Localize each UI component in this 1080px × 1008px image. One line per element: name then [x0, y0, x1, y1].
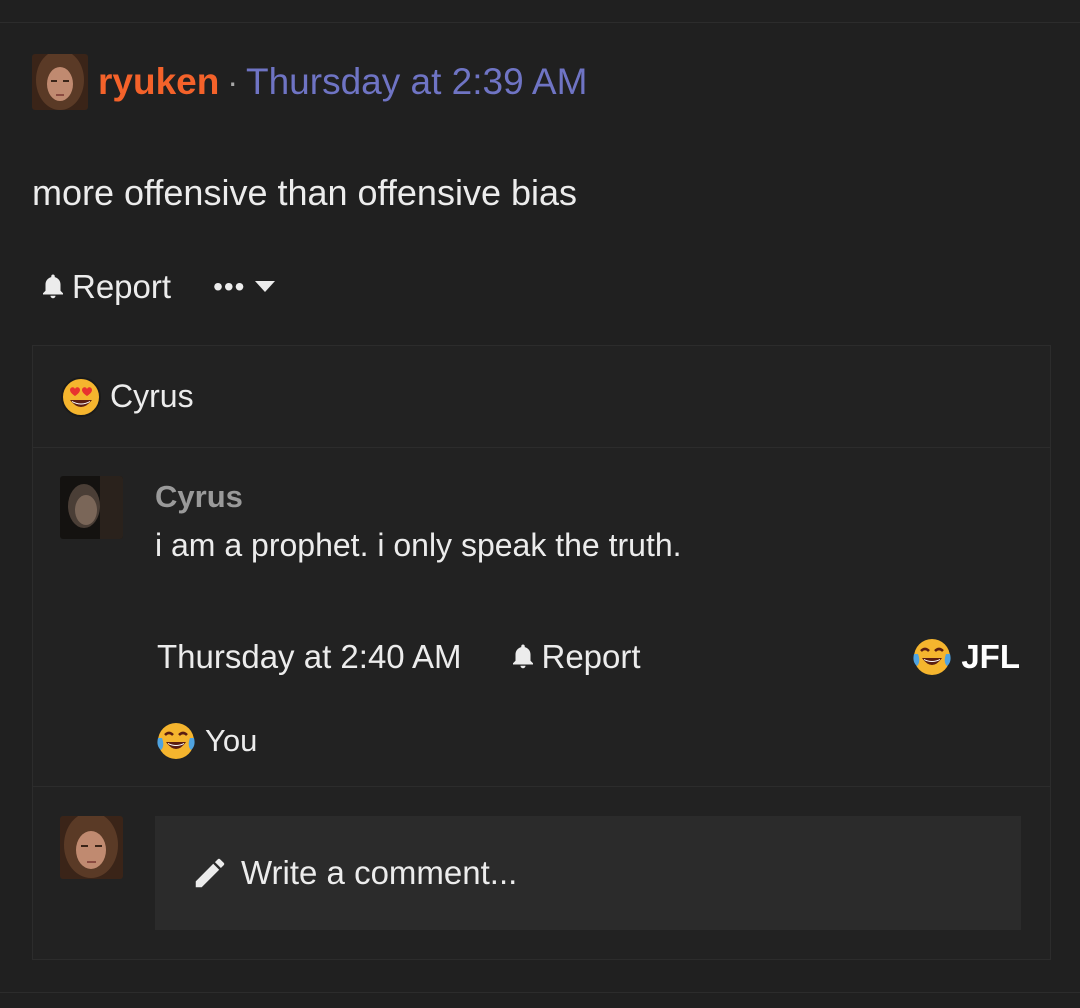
reaction-summary-label: You: [205, 723, 258, 758]
heart-eyes-emoji-icon: [61, 376, 101, 417]
crying-laughing-emoji-icon: [913, 639, 951, 675]
comment-reaction-summary[interactable]: You: [155, 719, 257, 763]
caret-down-icon: [255, 281, 276, 292]
comment-meta: Thursday at 2:40 AM Report: [157, 635, 641, 679]
report-label: Report: [72, 268, 172, 305]
post-body: more offensive than offensive bias: [32, 172, 578, 213]
more-options-button[interactable]: •••: [213, 271, 276, 302]
report-button[interactable]: Report: [38, 268, 171, 306]
separator-dot: ·: [227, 63, 238, 100]
bell-icon: [43, 274, 63, 299]
comment-text: i am a prophet. i only speak the truth.: [155, 527, 682, 563]
commenter-name[interactable]: Cyrus: [155, 479, 243, 515]
bottom-divider: [0, 992, 1080, 993]
ellipsis-icon: •••: [213, 271, 246, 302]
commenter-avatar[interactable]: [60, 476, 123, 539]
crying-laughing-emoji-icon: [157, 723, 195, 759]
comment-composer: Write a comment...: [33, 788, 1050, 960]
write-comment-placeholder: Write a comment...: [241, 854, 518, 891]
post-timestamp[interactable]: Thursday at 2:39 AM: [246, 61, 587, 103]
bell-icon: [512, 644, 533, 669]
top-divider: [0, 22, 1080, 23]
author-name[interactable]: ryuken: [98, 61, 219, 103]
comment-section: Cyrus Cyrus i am a prophet. i only speak…: [32, 345, 1051, 960]
reaction-user-names[interactable]: Cyrus: [110, 378, 194, 415]
post-header: ryuken · Thursday at 2:39 AM: [32, 54, 587, 110]
comment-item: Cyrus i am a prophet. i only speak the t…: [33, 449, 1050, 787]
comment-timestamp[interactable]: Thursday at 2:40 AM: [157, 638, 462, 676]
report-label: Report: [541, 638, 641, 675]
write-comment-input[interactable]: Write a comment...: [155, 816, 1021, 930]
jfl-reaction-button[interactable]: JFL: [911, 635, 1020, 679]
current-user-avatar: [60, 816, 123, 879]
pencil-icon: [195, 858, 225, 888]
comment-report-button[interactable]: Report: [508, 638, 641, 676]
author-avatar[interactable]: [32, 54, 88, 110]
post-actions: Report •••: [38, 265, 276, 309]
reactions-summary[interactable]: Cyrus: [33, 346, 1050, 448]
jfl-label: JFL: [961, 638, 1020, 675]
